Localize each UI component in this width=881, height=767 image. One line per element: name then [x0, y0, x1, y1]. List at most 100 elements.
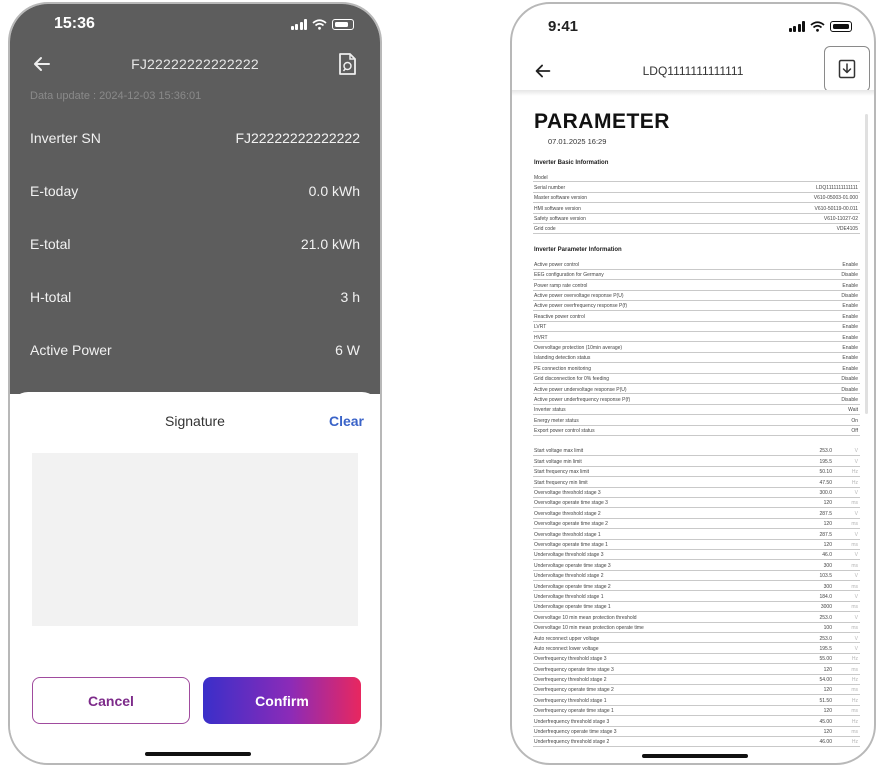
param-name: Overfrequency threshold stage 3 [534, 656, 607, 663]
table-row: Grid code VDE4105 [533, 224, 860, 235]
param-name: Grid disconnection for 0% feeding [534, 376, 610, 383]
param-name: Overvoltage threshold stage 1 [534, 531, 601, 538]
param-name: Undervoltage threshold stage 2 [534, 573, 604, 580]
param-value: On [851, 417, 858, 424]
param-value: Disable [841, 396, 858, 403]
param-unit: Hz [851, 479, 858, 486]
param-value: 120 [823, 708, 832, 715]
nav-header: LDQ1111111111111 [512, 46, 874, 92]
param-name: Islanding detection status [534, 355, 591, 362]
row-e-total: E-total 21.0 kWh [30, 236, 360, 260]
param-unit: ms [851, 625, 858, 632]
param-name: Overfrequency operate time stage 2 [534, 687, 614, 694]
param-value: 120 [823, 500, 832, 507]
status-icons [290, 19, 354, 30]
param-value: Wait [848, 407, 858, 414]
section-title-basic: Inverter Basic Information [534, 160, 609, 166]
param-value: Enable [842, 365, 858, 372]
param-value: 51.50 [819, 697, 832, 704]
param-value: Disable [841, 293, 858, 300]
page-title: LDQ1111111111111 [642, 64, 744, 78]
param-name: Active power undervoltage response P(U) [534, 386, 627, 393]
param-name: Start voltage max limit [534, 448, 584, 455]
param-unit: Hz [851, 656, 858, 663]
table-row: Overvoltage 10 min mean protection thres… [533, 612, 860, 623]
param-value: Disable [841, 386, 858, 393]
download-button[interactable] [824, 46, 870, 92]
status-time: 15:36 [54, 15, 95, 32]
table-row: Active power overvoltage response P(U) Di… [533, 291, 860, 301]
param-value: 46.0 [822, 552, 832, 559]
param-name: Undervoltage operate time stage 2 [534, 583, 611, 590]
table-row: Active power underfrequency response P(f… [533, 394, 860, 405]
table-row: Overvoltage operate time stage 1 120 ms [533, 540, 860, 550]
home-indicator [145, 752, 251, 756]
param-value: 300 [823, 583, 832, 590]
param-name: Auto reconnect upper voltage [534, 635, 600, 642]
table-row: Overfrequency operate time stage 3 120 ms [533, 664, 860, 675]
table-row: Overvoltage operate time stage 2 120 ms [533, 519, 860, 530]
doc-date: 07.01.2025 16:29 [548, 137, 607, 146]
param-value: 46.00 [819, 739, 832, 746]
param-unit: V [854, 593, 858, 600]
parameter-document[interactable]: PARAMETER 07.01.2025 16:29 Inverter Basi… [530, 100, 860, 748]
param-unit: V [854, 531, 858, 538]
detail-screen-dimmed: 15:36 FJ22222222222222 Data update: 202… [10, 4, 380, 394]
signal-icon [788, 21, 805, 32]
param-unit: ms [851, 521, 858, 528]
table-row: Auto reconnect lower voltage 195.5 V [533, 643, 860, 654]
param-name: Underfrequency threshold stage 2 [534, 739, 610, 746]
param-unit: V [854, 490, 858, 497]
param-unit: V [854, 635, 858, 642]
param-name: Overfrequency threshold stage 1 [534, 697, 607, 704]
table-row: Active power overfrequency response P(f)… [533, 301, 860, 312]
param-value: 50.10 [819, 469, 832, 476]
table-row: Underfrequency operate time stage 3 120 ms [533, 727, 860, 737]
table-row: Islanding detection status Enable [533, 353, 860, 364]
param-unit: V [854, 645, 858, 652]
document-icon[interactable] [336, 52, 358, 76]
param-value: 120 [823, 521, 832, 528]
table-row: Undervoltage operate time stage 3 300 ms [533, 560, 860, 571]
param-name: Undervoltage operate time stage 3 [534, 562, 611, 569]
confirm-button[interactable]: Confirm [203, 677, 361, 724]
param-value: Enable [842, 303, 858, 310]
param-unit: ms [851, 666, 858, 673]
table-row: Start frequency max limit 50.10 Hz [533, 467, 860, 478]
param-name: Overfrequency operate time stage 1 [534, 708, 614, 715]
signature-pad[interactable] [32, 453, 358, 626]
scrollbar[interactable] [865, 114, 868, 414]
cancel-button[interactable]: Cancel [32, 677, 190, 724]
status-bar: 15:36 [10, 14, 380, 38]
section-title-params: Inverter Parameter Information [534, 247, 622, 254]
param-unit: V [854, 614, 858, 621]
table-row: Start voltage max limit 253.0 V [533, 446, 860, 457]
param-value: 253.0 [819, 448, 832, 455]
table-row: EEG configuration for Germany Disable [533, 270, 860, 281]
data-update-timestamp: Data update : 2024-12-03 15:36:01 [30, 90, 202, 102]
param-value: 55.00 [819, 656, 832, 663]
signal-icon [290, 19, 307, 30]
table-row: Grid disconnection for 0% feeding Disable [533, 374, 860, 385]
param-name: Master software version [534, 195, 588, 202]
param-value: 3000 [820, 604, 832, 611]
param-name: Model [534, 174, 548, 181]
row-label: Inverter SN [30, 130, 101, 146]
param-value: 45.00 [819, 718, 832, 725]
row-label: Active Power [30, 342, 112, 358]
table-row: Power ramp rate control Enable [533, 280, 860, 291]
home-indicator [642, 754, 748, 758]
param-value: 300 [823, 562, 832, 569]
param-value: Enable [842, 261, 858, 268]
clear-button[interactable]: Clear [329, 413, 364, 429]
param-unit: ms [851, 562, 858, 569]
wifi-icon [312, 19, 327, 30]
param-name: Energy meter status [534, 417, 579, 424]
table-row: Export power control status Off [533, 426, 860, 436]
param-name: Power ramp rate control [534, 282, 588, 289]
param-name: Inverter status [534, 407, 566, 414]
param-name: Undervoltage threshold stage 1 [534, 593, 604, 600]
param-name: Active power overvoltage response P(U) [534, 293, 624, 300]
row-active-power: Active Power 6 W [30, 342, 360, 366]
left-phone: 15:36 FJ22222222222222 Data update: 202… [8, 2, 382, 765]
